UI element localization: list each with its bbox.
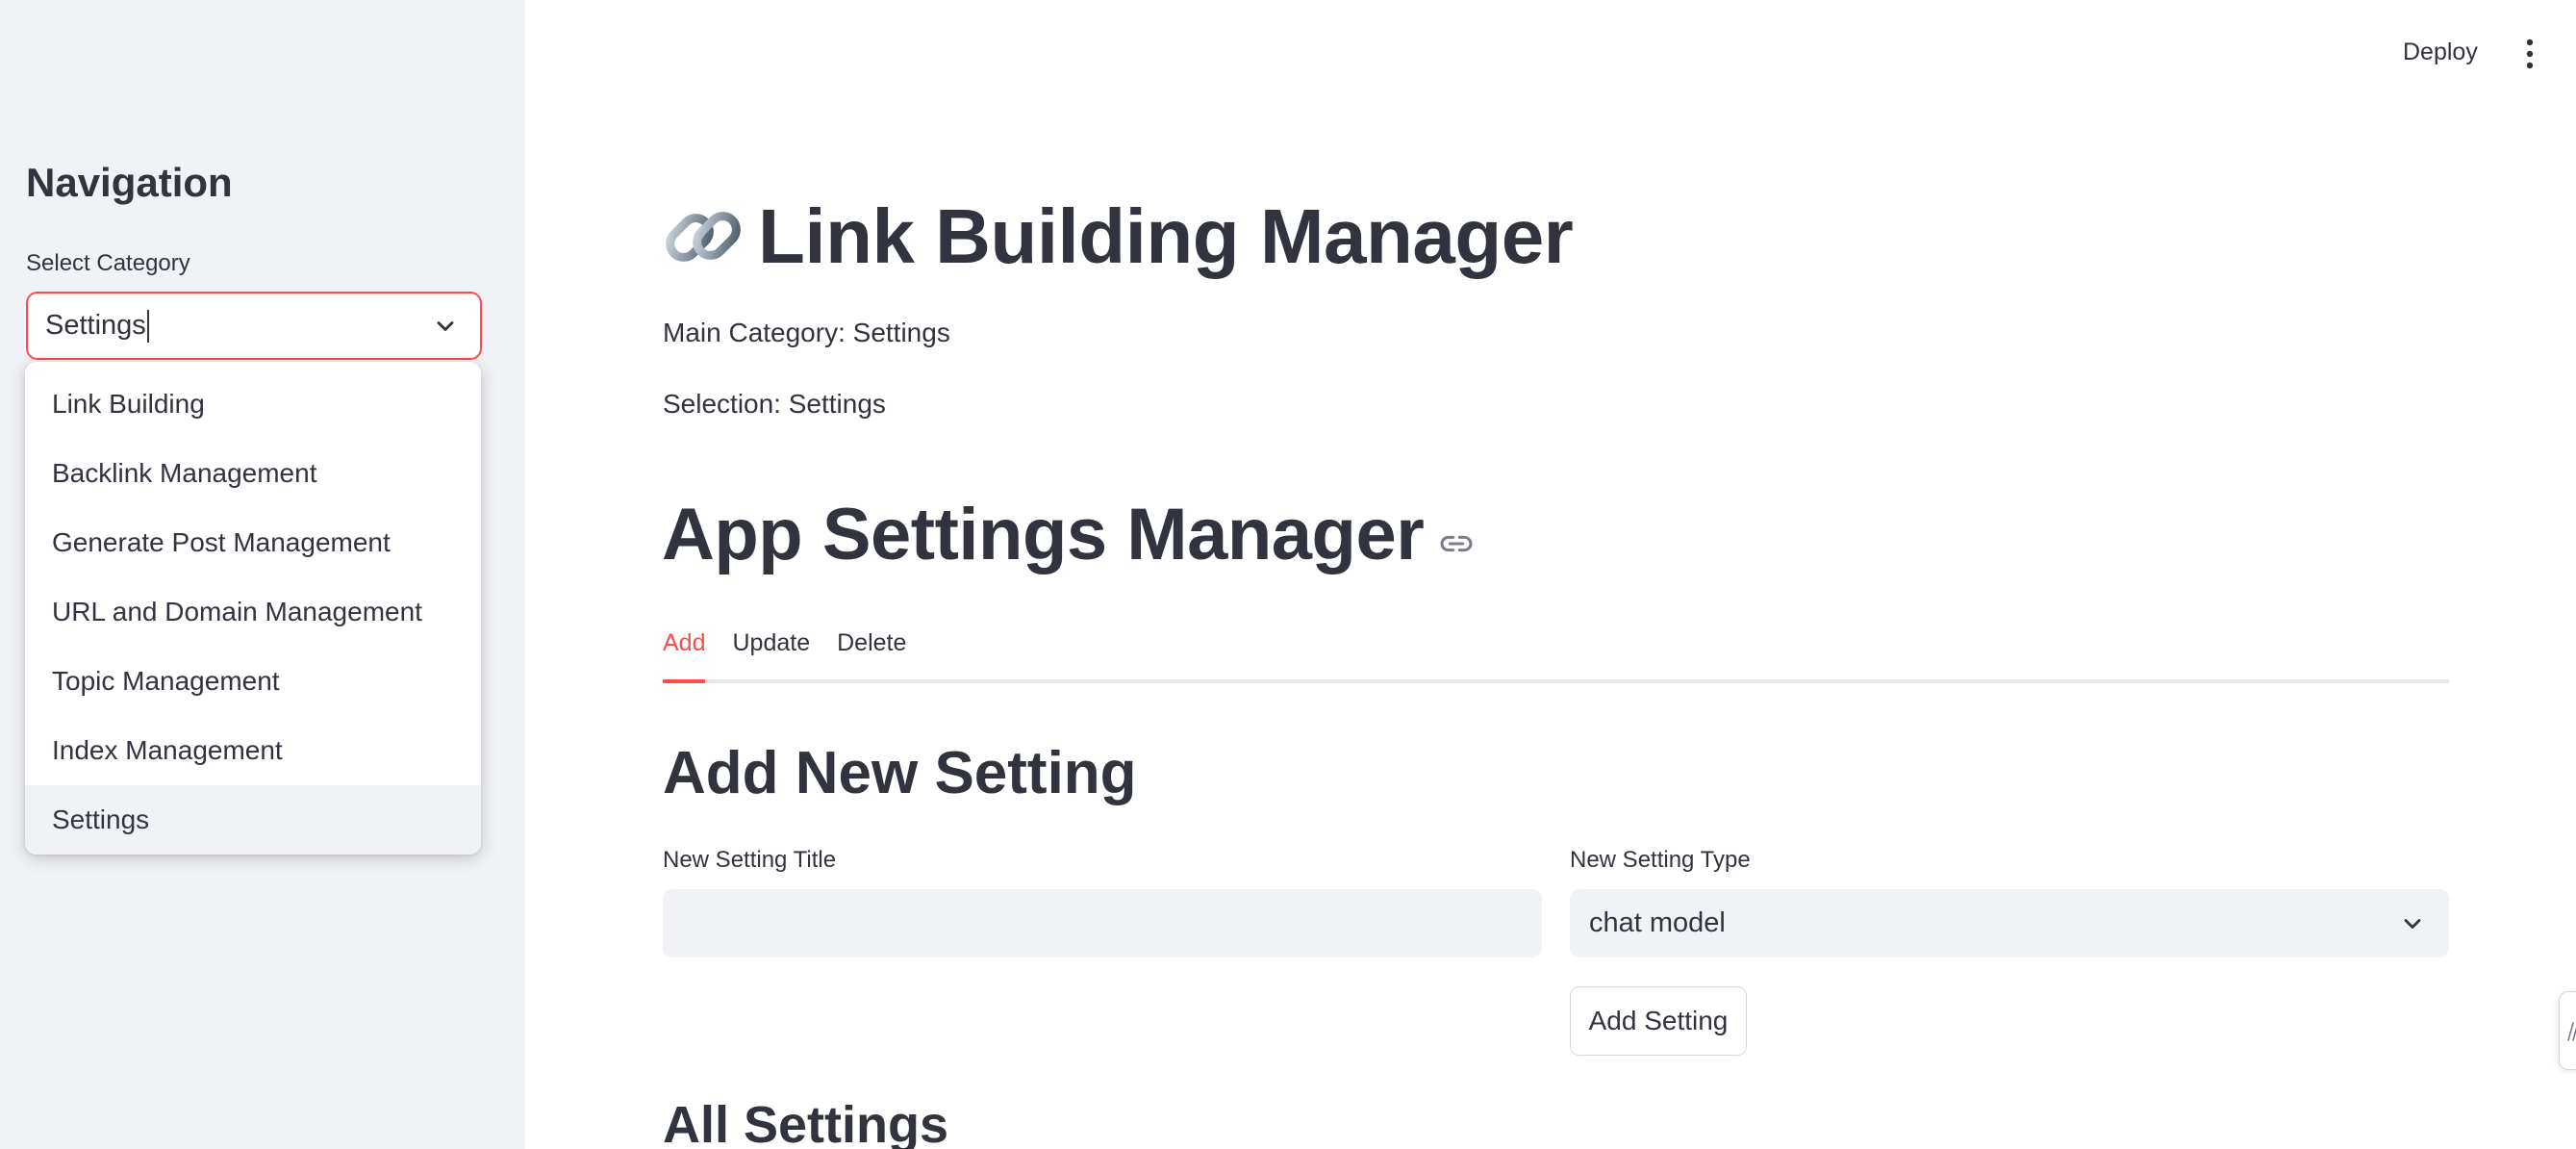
- kebab-menu-icon[interactable]: [2520, 37, 2539, 71]
- main-category-text: Main Category: Settings: [663, 318, 950, 347]
- section-title-text: App Settings Manager: [662, 494, 1425, 575]
- side-panel-handle[interactable]: [2559, 991, 2576, 1070]
- sidebar: Navigation Select Category Settings Link…: [0, 0, 525, 1149]
- sidebar-title: Navigation: [26, 160, 233, 205]
- text-cursor: [146, 309, 149, 343]
- chevron-down-icon[interactable]: [432, 313, 459, 340]
- dropdown-option-url-and-domain-management[interactable]: URL and Domain Management: [25, 577, 481, 647]
- new-setting-type-label: New Setting Type: [1570, 847, 1751, 873]
- section-title: App Settings Manager: [662, 493, 1476, 576]
- new-setting-title-label: New Setting Title: [663, 847, 837, 873]
- dropdown-option-backlink-management[interactable]: Backlink Management: [25, 439, 481, 508]
- page-title-text: Link Building Manager: [758, 193, 1574, 279]
- dropdown-option-link-building[interactable]: Link Building: [25, 370, 481, 439]
- dropdown-option-topic-management[interactable]: Topic Management: [25, 647, 481, 716]
- add-new-setting-heading: Add New Setting: [663, 740, 1137, 806]
- link-emoji-icon: [666, 212, 741, 262]
- select-category-label: Select Category: [26, 250, 190, 276]
- selection-text: Selection: Settings: [663, 389, 886, 419]
- tab-delete[interactable]: Delete: [837, 626, 906, 679]
- dropdown-option-index-management[interactable]: Index Management: [25, 716, 481, 785]
- add-setting-button[interactable]: Add Setting: [1570, 986, 1747, 1056]
- category-dropdown-menu: Link Building Backlink Management Genera…: [25, 362, 481, 855]
- all-settings-heading: All Settings: [663, 1096, 949, 1149]
- new-setting-type-select[interactable]: chat model: [1570, 889, 2449, 958]
- deploy-button[interactable]: Deploy: [2395, 35, 2486, 70]
- dropdown-option-generate-post-management[interactable]: Generate Post Management: [25, 508, 481, 577]
- new-setting-type-value: chat model: [1589, 907, 1726, 938]
- tab-update[interactable]: Update: [732, 626, 810, 679]
- side-panel-handle-icon: [2567, 1022, 2576, 1041]
- page-title: Link Building Manager: [662, 192, 1574, 281]
- category-select-value: Settings: [45, 310, 146, 341]
- dropdown-option-settings[interactable]: Settings: [25, 785, 481, 855]
- category-select[interactable]: Settings: [26, 292, 482, 360]
- tab-add[interactable]: Add: [663, 626, 706, 683]
- tabs: Add Update Delete: [663, 626, 2449, 683]
- chevron-down-icon: [2404, 918, 2421, 929]
- app-root: Navigation Select Category Settings Link…: [0, 0, 2576, 1149]
- anchor-link-icon[interactable]: [1437, 524, 1476, 563]
- new-setting-title-input[interactable]: [663, 889, 1542, 958]
